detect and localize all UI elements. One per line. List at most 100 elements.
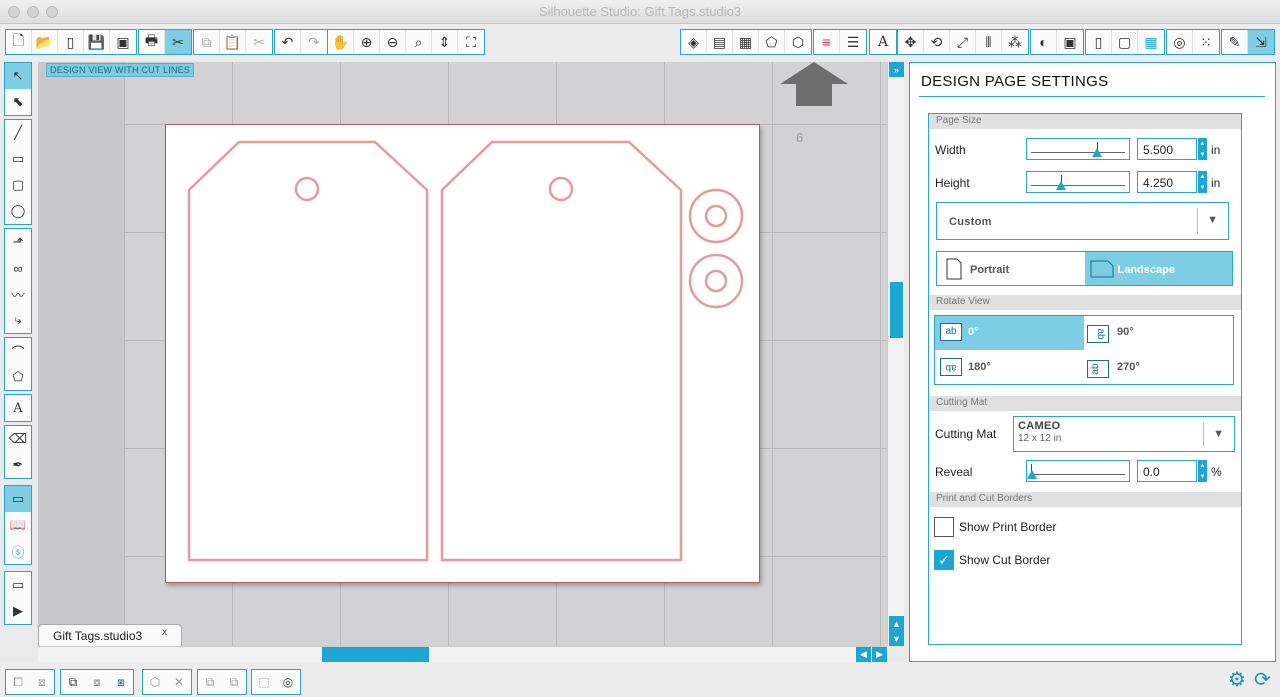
curve-tool-icon[interactable]: ∞ [5,255,31,281]
width-slider[interactable] [1026,138,1130,160]
rectangle-tool-icon[interactable]: ▭ [5,146,31,172]
reveal-slider[interactable] [1026,460,1130,482]
group-icon[interactable]: ⧠ [6,670,30,694]
zoom-window-button[interactable] [46,6,58,18]
image-icon[interactable]: ⬚ [252,670,276,694]
fill-pattern-icon[interactable]: ▦ [733,30,759,54]
send-icon[interactable]: ⇲ [1248,30,1274,54]
drag-zoom-icon[interactable]: ⇕ [432,30,458,54]
eraser-tool-icon[interactable]: ⌫ [5,426,31,452]
replicate-icon[interactable]: ⁂ [1002,30,1028,54]
height-stepper[interactable]: ▲ ▼ [1198,171,1207,193]
rounded-rectangle-tool-icon[interactable]: ▢ [5,172,31,198]
width-stepper[interactable]: ▲ ▼ [1198,138,1207,160]
portrait-button[interactable]: Portrait [937,252,1085,285]
move-icon[interactable]: ✥ [898,30,924,54]
text-tool-icon[interactable]: A [5,395,31,421]
minimize-window-button[interactable] [27,6,39,18]
settings-gear-icon[interactable]: ⚙ [1228,667,1246,692]
bring-to-front-icon[interactable]: ⧉ [198,670,222,694]
redo-icon[interactable]: ↷ [301,30,327,54]
save-to-library-icon[interactable]: ▣ [110,30,136,54]
line-style-icon[interactable]: ⬡ [785,30,811,54]
line-color-icon[interactable]: ⬠ [759,30,785,54]
arc-tool-icon[interactable]: ⌒ [5,338,31,364]
rotate-270-button[interactable]: ab 270° [1084,351,1233,385]
rotate-180-button[interactable]: ab 180° [935,351,1084,385]
horizontal-scrollbar[interactable]: ◀ ▶ [38,646,887,662]
make-compound-path-icon[interactable]: ⧉ [61,670,85,694]
modify-icon[interactable]: ◐ [1031,30,1057,54]
play-icon[interactable]: ▶ [5,598,31,624]
window-view-icon[interactable]: ▭ [5,572,31,598]
scale-icon[interactable]: ⤢ [950,30,976,54]
document-tab[interactable]: Gift Tags.studio3 x [38,624,182,646]
trace-icon[interactable]: ◎ [1167,30,1193,54]
cut-settings-icon[interactable]: ▢ [1112,30,1138,54]
collapse-panel-icon[interactable]: » [889,62,904,77]
landscape-button[interactable]: Landscape [1084,252,1232,285]
copy-icon[interactable]: ⧉ [194,30,220,54]
scroll-down-icon[interactable]: ▼ [889,631,904,646]
reveal-slider-knob[interactable] [1027,470,1037,479]
vertical-scrollbar[interactable]: » ▲ ▼ [887,62,904,646]
design-view-icon[interactable]: ▭ [5,486,31,512]
rotate-0-button[interactable]: ab 0° [935,316,1084,350]
freehand-tool-icon[interactable]: 〰 [5,281,31,307]
reveal-field[interactable]: 0.0 [1137,460,1197,482]
align-icon[interactable]: ⫴ [976,30,1002,54]
select-arrow-icon[interactable]: ↖ [5,63,31,89]
close-tab-icon[interactable]: x [162,627,167,638]
print-icon[interactable]: 🖶 [139,30,165,54]
zoom-select-icon[interactable]: ⌕ [406,30,432,54]
width-field[interactable]: 5.500 [1137,138,1197,160]
rotate-icon[interactable]: ⟲ [924,30,950,54]
zoom-in-icon[interactable]: ⊕ [354,30,380,54]
line-color-lines-icon[interactable]: ≡ [814,30,840,54]
line-tool-icon[interactable]: ╱ [5,120,31,146]
spiral-icon[interactable]: ◎ [276,670,300,694]
cut-icon[interactable]: ✂ [246,30,272,54]
sketch-icon[interactable]: ✎ [1222,30,1248,54]
edit-points-icon[interactable]: ⬉ [5,89,31,115]
fit-to-page-icon[interactable]: ⛶ [458,30,484,54]
undo-icon[interactable]: ↶ [275,30,301,54]
new-file-icon[interactable]: 🗋 [6,30,32,54]
ungroup-icon[interactable]: ⧈ [30,670,54,694]
send-to-cutter-icon[interactable]: ✂ [165,30,191,54]
knife-tool-icon[interactable]: ✒ [5,452,31,478]
delete-object-icon[interactable]: ✕ [167,670,191,694]
save-icon[interactable]: 💾 [84,30,110,54]
page-setup-icon[interactable]: ▯ [1086,30,1112,54]
smooth-freehand-tool-icon[interactable]: ⤷ [5,307,31,333]
scroll-left-icon[interactable]: ◀ [856,647,871,662]
send-to-back-icon[interactable]: ⧉ [222,670,246,694]
paste-icon[interactable]: 📋 [220,30,246,54]
text-style-icon[interactable]: A [870,30,896,54]
release-compound-path-icon[interactable]: ⧇ [85,670,109,694]
sync-icon[interactable]: ⟳ [1254,667,1271,692]
online-store-icon[interactable]: ⓢ [5,538,31,564]
page-size-select[interactable]: Custom ▼ [936,202,1229,240]
object-offset-icon[interactable]: ⬡ [143,670,167,694]
library-icon[interactable]: ▯ [58,30,84,54]
height-field[interactable]: 4.250 [1137,171,1197,193]
ellipse-tool-icon[interactable]: ◯ [5,198,31,224]
height-slider-knob[interactable] [1056,181,1066,190]
cutting-mat-select[interactable]: CAMEO 12 x 12 in ▼ [1013,416,1235,452]
offset-icon[interactable]: ▣ [1057,30,1083,54]
close-window-button[interactable] [8,6,20,18]
design-canvas[interactable]: DESIGN VIEW WITH CUT LINES 6 [38,62,887,646]
show-print-border-checkbox[interactable] [934,517,954,537]
width-slider-knob[interactable] [1092,148,1102,157]
fill-gradient-icon[interactable]: ▤ [707,30,733,54]
fill-color-icon[interactable]: ◈ [681,30,707,54]
open-file-icon[interactable]: 📂 [32,30,58,54]
polygon-tool-icon[interactable]: ⬏ [5,229,31,255]
grid-icon[interactable]: ▦ [1138,30,1164,54]
rotate-90-button[interactable]: ab 90° [1084,316,1233,350]
height-slider[interactable] [1026,171,1130,193]
vertical-scroll-thumb[interactable] [890,282,903,338]
scroll-right-icon[interactable]: ▶ [872,647,887,662]
weld-icon[interactable]: ⧆ [109,670,133,694]
